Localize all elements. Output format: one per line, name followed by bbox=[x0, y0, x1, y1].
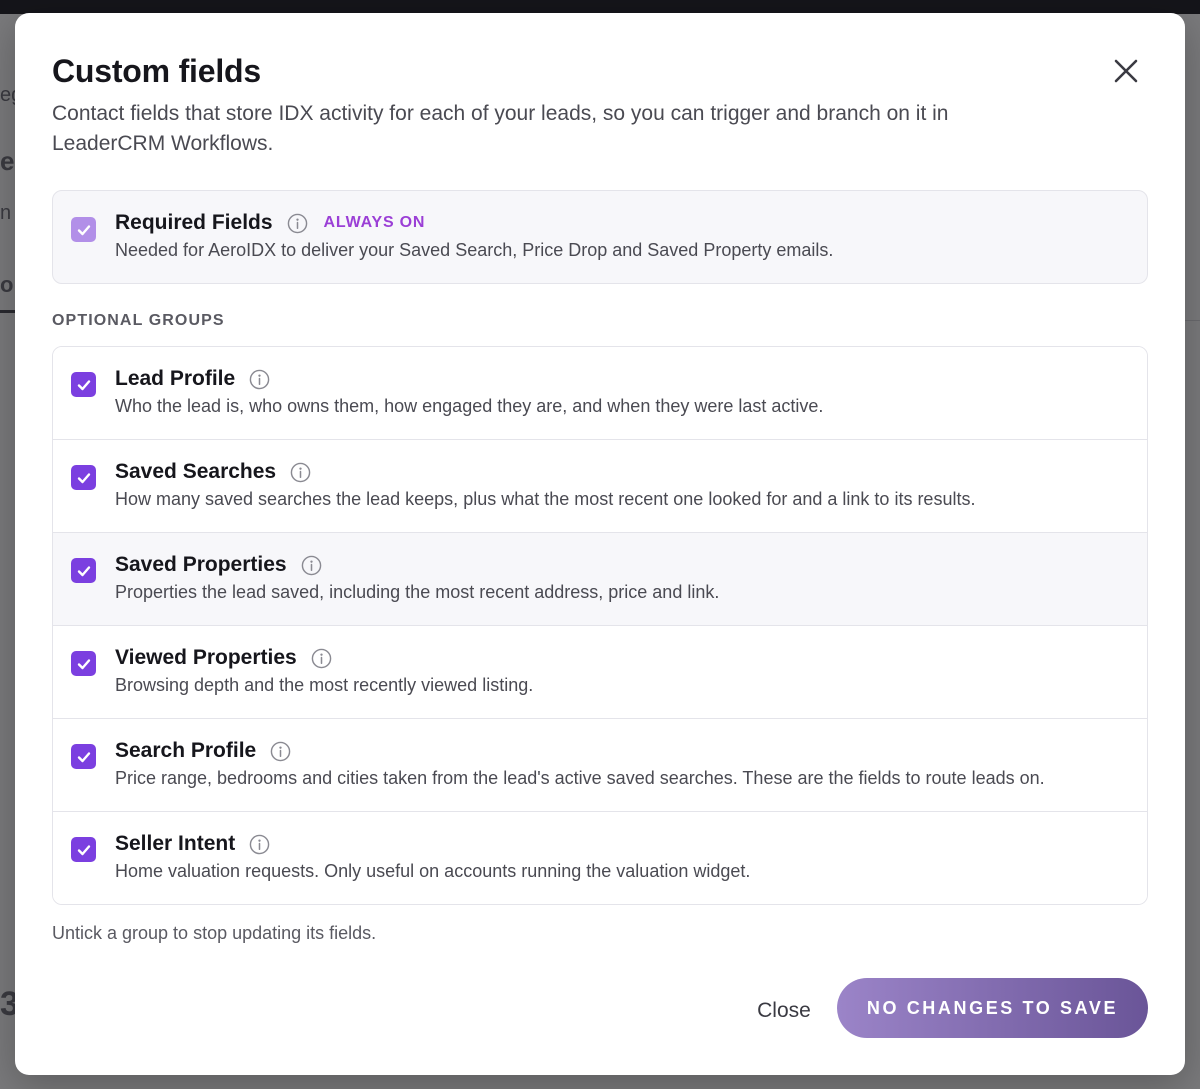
checkbox[interactable] bbox=[71, 372, 96, 397]
group-description: Browsing depth and the most recently vie… bbox=[115, 675, 534, 695]
optional-groups-label: OPTIONAL GROUPS bbox=[52, 312, 225, 329]
info-icon[interactable] bbox=[311, 648, 332, 669]
dialog-subtitle: Contact fields that store IDX activity f… bbox=[52, 102, 949, 155]
optional-groups-list: Lead Profile Who the lead is, who owns t… bbox=[52, 346, 1148, 905]
dialog-title: Custom fields bbox=[52, 53, 261, 89]
group-description: Home valuation requests. Only useful on … bbox=[115, 861, 751, 881]
group-row-seller-intent[interactable]: Seller Intent Home valuation requests. O… bbox=[53, 812, 1147, 904]
background-text: n bbox=[0, 202, 12, 224]
group-description: Properties the lead saved, including the… bbox=[115, 582, 720, 602]
checkbox[interactable] bbox=[71, 744, 96, 769]
info-icon[interactable] bbox=[290, 462, 311, 483]
background-text: o bbox=[0, 272, 14, 297]
custom-fields-dialog: Custom fields Contact fields that store … bbox=[15, 13, 1185, 1075]
required-fields-description: Needed for AeroIDX to deliver your Saved… bbox=[115, 240, 834, 260]
close-button[interactable]: Close bbox=[745, 991, 823, 1031]
info-icon[interactable] bbox=[270, 741, 291, 762]
checkbox[interactable] bbox=[71, 558, 96, 583]
checkbox[interactable] bbox=[71, 465, 96, 490]
info-icon[interactable] bbox=[301, 555, 322, 576]
required-fields-checkbox bbox=[71, 217, 96, 242]
group-row-saved-properties[interactable]: Saved Properties Properties the lead sav… bbox=[53, 533, 1147, 626]
group-description: Who the lead is, who owns them, how enga… bbox=[115, 396, 824, 416]
required-fields-title: Required Fields bbox=[115, 211, 273, 234]
always-on-badge: ALWAYS ON bbox=[323, 214, 426, 231]
group-row-search-profile[interactable]: Search Profile Price range, bedrooms and… bbox=[53, 719, 1147, 812]
background-tab-underline bbox=[0, 310, 15, 313]
info-icon[interactable] bbox=[249, 834, 270, 855]
background-divider bbox=[1185, 320, 1200, 321]
required-fields-card: Required Fields ALWAYS ON Needed for Aer… bbox=[52, 190, 1148, 284]
checkbox[interactable] bbox=[71, 837, 96, 862]
group-row-lead-profile[interactable]: Lead Profile Who the lead is, who owns t… bbox=[53, 347, 1147, 440]
group-row-saved-searches[interactable]: Saved Searches How many saved searches t… bbox=[53, 440, 1147, 533]
footnote: Untick a group to stop updating its fiel… bbox=[52, 923, 377, 943]
group-description: Price range, bedrooms and cities taken f… bbox=[115, 768, 1045, 788]
group-title: Viewed Properties bbox=[115, 646, 297, 669]
group-title: Seller Intent bbox=[115, 832, 236, 855]
close-icon[interactable] bbox=[1111, 56, 1141, 86]
info-icon[interactable] bbox=[249, 369, 270, 390]
group-row-viewed-properties[interactable]: Viewed Properties Browsing depth and the… bbox=[53, 626, 1147, 719]
group-title: Saved Properties bbox=[115, 553, 287, 576]
group-title: Search Profile bbox=[115, 739, 257, 762]
group-title: Lead Profile bbox=[115, 367, 236, 390]
group-title: Saved Searches bbox=[115, 460, 277, 483]
save-button[interactable]: NO CHANGES TO SAVE bbox=[837, 978, 1148, 1038]
info-icon[interactable] bbox=[287, 213, 308, 234]
checkbox[interactable] bbox=[71, 651, 96, 676]
background-topbar bbox=[0, 0, 1200, 14]
group-description: How many saved searches the lead keeps, … bbox=[115, 489, 976, 509]
